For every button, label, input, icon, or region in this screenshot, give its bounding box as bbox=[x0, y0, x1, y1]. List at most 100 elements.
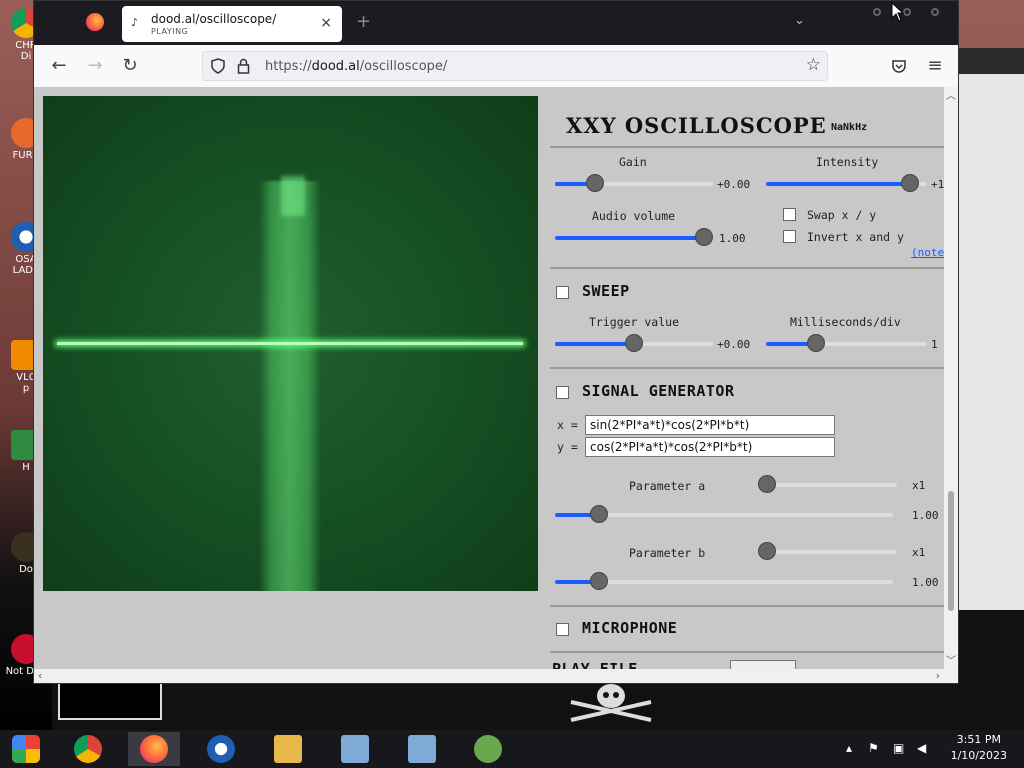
frequency-readout: NaNkHz bbox=[831, 122, 868, 133]
taskbar-app-3[interactable] bbox=[462, 732, 514, 766]
mouse-cursor-icon bbox=[891, 2, 905, 22]
chrome-icon bbox=[74, 735, 102, 763]
minimize-button[interactable] bbox=[873, 8, 881, 16]
taskbar: ▴ ⚑ ▣ ◀ 3:51 PM 1/10/2023 bbox=[0, 730, 1024, 768]
parameter-a-multiplier-slider[interactable] bbox=[758, 475, 897, 493]
shield-icon bbox=[211, 58, 225, 74]
parameter-b-value: 1.00 bbox=[912, 576, 939, 589]
ms-div-slider[interactable] bbox=[766, 334, 926, 352]
background-window-titlebar bbox=[958, 48, 1024, 74]
divider bbox=[550, 267, 944, 269]
taskbar-app-1[interactable] bbox=[329, 732, 381, 766]
scroll-down-icon[interactable]: ﹀ bbox=[946, 652, 956, 667]
show-hidden-icons[interactable]: ▴ bbox=[846, 741, 852, 755]
firefox-icon bbox=[140, 735, 168, 763]
bookmark-star-icon[interactable]: ☆ bbox=[806, 55, 821, 75]
taskbar-osa[interactable] bbox=[195, 732, 247, 766]
vertical-scrollbar-thumb[interactable] bbox=[948, 491, 954, 611]
new-tab-button[interactable]: + bbox=[356, 11, 371, 32]
taskbar-app-2[interactable] bbox=[396, 732, 448, 766]
tab-close-button[interactable]: × bbox=[320, 15, 332, 31]
url-text: https://dood.al/oscilloscope/ bbox=[265, 59, 448, 74]
ms-div-value: 1 bbox=[931, 338, 938, 351]
tab-oscilloscope[interactable]: ♪ dood.al/oscilloscope/ PLAYING × bbox=[122, 6, 342, 42]
skull-crossbones-icon bbox=[570, 684, 652, 722]
intensity-value: +1 bbox=[931, 178, 945, 191]
background-window bbox=[958, 48, 1024, 613]
trigger-label: Trigger value bbox=[589, 315, 680, 329]
trigger-slider[interactable] bbox=[555, 334, 713, 352]
start-button[interactable] bbox=[0, 732, 52, 766]
scope-trace-horizontal bbox=[57, 342, 523, 345]
microphone-checkbox[interactable] bbox=[556, 623, 569, 636]
taskbar-firefox[interactable] bbox=[128, 732, 180, 766]
intensity-label: Intensity bbox=[816, 155, 879, 169]
page-content: XXY OSCILLOSCOPE NaNkHz Gain +0.00 Inten… bbox=[34, 87, 958, 669]
parameter-b-slider[interactable] bbox=[555, 572, 893, 590]
signal-generator-checkbox[interactable] bbox=[556, 386, 569, 399]
speaker-icon: ♪ bbox=[131, 16, 139, 29]
audio-volume-value: 1.00 bbox=[719, 232, 746, 245]
invert-xy-label: Invert x and y bbox=[807, 230, 904, 244]
intensity-slider[interactable] bbox=[766, 174, 926, 192]
computer-icon bbox=[408, 735, 436, 763]
system-clock[interactable]: 3:51 PM 1/10/2023 bbox=[951, 733, 1007, 762]
gain-value: +0.00 bbox=[717, 178, 751, 191]
y-formula-input[interactable]: cos(2*PI*a*t)*cos(2*PI*b*t) bbox=[585, 437, 835, 457]
swap-xy-checkbox[interactable] bbox=[783, 208, 796, 221]
scroll-up-icon[interactable]: ︿ bbox=[946, 87, 956, 102]
url-bar[interactable]: https://dood.al/oscilloscope/ ☆ bbox=[202, 51, 828, 81]
pocket-icon[interactable] bbox=[891, 58, 907, 74]
microphone-heading: MICROPHONE bbox=[582, 619, 678, 637]
y-formula-label: y = bbox=[557, 440, 578, 454]
swap-xy-label: Swap x / y bbox=[807, 208, 877, 222]
invert-xy-checkbox[interactable] bbox=[783, 230, 796, 243]
forward-arrow-icon[interactable]: → bbox=[84, 55, 106, 77]
x-formula-input[interactable]: sin(2*PI*a*t)*cos(2*PI*b*t) bbox=[585, 415, 835, 435]
tab-status: PLAYING bbox=[151, 27, 189, 36]
lock-icon bbox=[237, 58, 250, 74]
clock-date: 1/10/2023 bbox=[950, 749, 1007, 762]
browse-button[interactable] bbox=[730, 660, 796, 669]
control-panel: XXY OSCILLOSCOPE NaNkHz Gain +0.00 Inten… bbox=[550, 87, 944, 669]
audio-volume-slider[interactable] bbox=[555, 228, 713, 246]
scroll-right-icon[interactable]: › bbox=[936, 669, 940, 682]
divider bbox=[550, 605, 944, 607]
oscilloscope-display bbox=[43, 96, 538, 591]
scope-trace-vertical bbox=[259, 181, 321, 591]
parameter-b-label: Parameter b bbox=[629, 546, 706, 560]
menu-hamburger-icon[interactable]: ≡ bbox=[924, 55, 946, 77]
back-arrow-icon[interactable]: ← bbox=[48, 55, 70, 77]
parameter-b-multiplier: x1 bbox=[912, 546, 926, 559]
flag-icon[interactable]: ⚑ bbox=[868, 741, 879, 755]
clock-time: 3:51 PM bbox=[956, 733, 1001, 746]
scope-trace-peak bbox=[281, 176, 305, 216]
scroll-left-icon[interactable]: ‹ bbox=[38, 669, 42, 682]
audio-volume-label: Audio volume bbox=[592, 209, 676, 223]
parameter-a-slider[interactable] bbox=[555, 505, 893, 523]
parameter-b-multiplier-slider[interactable] bbox=[758, 542, 897, 560]
browser-window: ♪ dood.al/oscilloscope/ PLAYING × + ⌄ ← … bbox=[33, 0, 959, 684]
navigation-bar: ← → ↻ https://dood.al/oscilloscope/ ☆ ≡ bbox=[34, 45, 958, 88]
app-icon bbox=[207, 735, 235, 763]
gain-slider[interactable] bbox=[555, 174, 713, 192]
list-tabs-icon[interactable]: ⌄ bbox=[794, 13, 805, 28]
reload-icon[interactable]: ↻ bbox=[119, 55, 141, 77]
browser-titlebar: ♪ dood.al/oscilloscope/ PLAYING × + ⌄ bbox=[34, 1, 958, 45]
sweep-checkbox[interactable] bbox=[556, 286, 569, 299]
gain-label: Gain bbox=[619, 155, 647, 169]
page-title: XXY OSCILLOSCOPE bbox=[566, 113, 827, 138]
ms-div-label: Milliseconds/div bbox=[790, 315, 901, 329]
network-icon[interactable]: ▣ bbox=[893, 741, 904, 755]
volume-icon[interactable]: ◀ bbox=[917, 741, 926, 755]
start-icon bbox=[12, 735, 40, 763]
tab-title: dood.al/oscilloscope/ bbox=[151, 12, 277, 26]
play-file-heading: PLAY FILE bbox=[552, 660, 638, 669]
note-link[interactable]: (note bbox=[911, 246, 944, 259]
divider bbox=[550, 651, 944, 653]
close-window-button[interactable] bbox=[931, 8, 939, 16]
taskbar-file-explorer[interactable] bbox=[262, 732, 314, 766]
taskbar-chrome[interactable] bbox=[62, 732, 114, 766]
horizontal-scrollbar[interactable]: ‹ › bbox=[34, 669, 958, 683]
x-formula-label: x = bbox=[557, 418, 578, 432]
